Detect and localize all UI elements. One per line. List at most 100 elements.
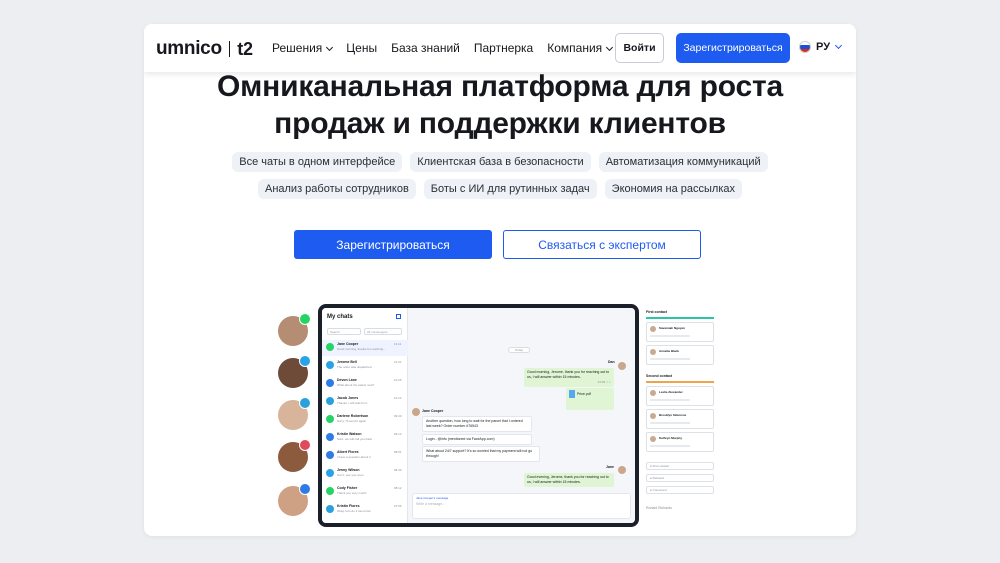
chat-last-message: What about the status now? [337, 383, 375, 387]
menu-item-partners[interactable]: Партнерка [474, 41, 533, 55]
chevron-down-icon [606, 43, 614, 52]
chat-last-message: Good morning, thanks for reaching... [337, 347, 386, 351]
event-label: First contact [652, 464, 669, 468]
message-text: What about 24/7 support? It's so worried… [426, 449, 533, 458]
register-button-header[interactable]: Зарегистрироваться [676, 33, 790, 63]
russia-flag-icon [799, 41, 811, 53]
compose-icon [396, 314, 401, 319]
hero-title-line-1: Омниканальная платформа для роста [217, 70, 783, 103]
contact-name: Kathryn Murphy [659, 436, 683, 440]
chevron-down-icon [835, 41, 843, 49]
stage-progress-bar [646, 381, 714, 383]
logo-separator [228, 41, 231, 57]
channel-icon [326, 469, 334, 477]
page-card: umnico t2 Решения Цены База знаний Партн… [144, 24, 856, 536]
menu-item-prices[interactable]: Цены [346, 41, 377, 55]
contact-card: Kathryn Murphy [646, 432, 714, 452]
placeholder-line [650, 358, 690, 360]
file-attachment-bubble: Price.pdf [566, 388, 614, 410]
chat-list-item[interactable]: Jacob Jones Thanks, I will wait for it 10:… [322, 394, 408, 410]
chat-list-item[interactable]: Jerome Bell The order was dispatched 12:41 [322, 358, 408, 374]
chat-contact-name: Darlene Robertson [337, 414, 369, 418]
contact-card: Brooklyn Simmons [646, 409, 714, 429]
hero-title-line-2: продаж и поддержки клиентов [274, 107, 726, 140]
agent-avatar [618, 466, 626, 474]
feature-tag: Анализ работы сотрудников [257, 179, 416, 199]
channel-icon [326, 505, 334, 513]
main-menu: Решения Цены База знаний Партнерка Компа… [272, 41, 614, 55]
chat-time: 10:12 [394, 396, 402, 400]
chat-last-message: Got it, see you soon [337, 473, 364, 477]
placeholder-line [650, 445, 690, 447]
logo-partner: t2 [237, 38, 253, 59]
chat-contact-name: Albert Flores [337, 450, 359, 454]
chat-list-item[interactable]: Darlene Robertson Sorry, I'll send it aga… [322, 412, 408, 428]
chat-list-item[interactable]: Cody Fisher Thank you very much! 08:12 [322, 484, 408, 500]
chat-list-item[interactable]: Kristin Watson Sure, we will call you bac… [322, 430, 408, 446]
feature-tag: Боты с ИИ для рутинных задач [423, 179, 597, 199]
message-bubble-outgoing: Good evening, Jerome, thank you for reac… [524, 473, 614, 487]
channel-icon [326, 433, 334, 441]
sender-name: Jane Cooper [422, 409, 444, 413]
contact-expert-button[interactable]: Связаться с экспертом [503, 230, 701, 259]
chat-contact-name: Jane Cooper [337, 342, 359, 346]
feature-tag: Автоматизация коммуникаций [598, 152, 768, 172]
chat-list-item[interactable]: Albert Flores I have a question about it 0… [322, 448, 408, 464]
contact-name: Annette Black [659, 349, 680, 353]
channel-icon [326, 379, 334, 387]
chat-search-input: Search [327, 328, 361, 335]
chat-contact-name: Jacob Jones [337, 396, 359, 400]
chat-list-item[interactable]: Kristin Flores Okay, let's do it tomorrow… [322, 502, 408, 518]
contact-card: Savannah Nguyen [646, 322, 714, 342]
telegram-icon [299, 397, 311, 409]
message-input: Write a message... [416, 502, 446, 506]
message-bubble-incoming: What about 24/7 support? It's so worried… [422, 446, 540, 462]
crm-pipeline-preview: First contact Savannah Nguyen Annette Bl… [646, 306, 716, 528]
contact-name: Leslie Alexander [659, 390, 683, 394]
message-text: Good morning, Jerome, thank you for reac… [527, 370, 610, 379]
event-label: Converted [652, 488, 667, 492]
chat-list-item[interactable]: Jane Cooper Good morning, thanks for reac… [322, 340, 408, 356]
chat-time: 12:41 [394, 360, 402, 364]
language-label: РУ [816, 41, 831, 53]
client-avatar [278, 355, 311, 388]
file-icon [569, 390, 575, 398]
sender-name: Dan [608, 360, 615, 364]
client-avatar [278, 397, 311, 430]
channel-icon [326, 343, 334, 351]
day-separator: Today [508, 347, 530, 353]
chat-list-title: My chats [327, 314, 353, 320]
chat-list-item[interactable]: Jenny Wilson Got it, see you soon 08:30 [322, 466, 408, 482]
menu-item-solutions[interactable]: Решения [272, 41, 334, 55]
logo[interactable]: umnico t2 [156, 38, 253, 60]
chat-last-message: Sure, we will call you back [337, 437, 373, 441]
menu-item-company[interactable]: Компания [547, 41, 614, 55]
chat-last-message: Okay, let's do it tomorrow [337, 509, 371, 513]
pipeline-stage-label: Second contact [646, 374, 673, 378]
chat-last-message: Sorry, I'll send it again [337, 419, 367, 423]
chat-contact-name: Jenny Wilson [337, 468, 360, 472]
channel-icon [326, 361, 334, 369]
contact-avatar [650, 326, 656, 332]
chat-time: 08:30 [394, 468, 402, 472]
event-row: ● Refused [646, 474, 714, 482]
language-selector[interactable]: РУ [799, 41, 843, 53]
register-button-hero[interactable]: Зарегистрироваться [294, 230, 492, 259]
contact-name: Savannah Nguyen [659, 326, 686, 330]
login-button[interactable]: Войти [615, 33, 664, 63]
chat-contact-name: Devon Lane [337, 378, 357, 382]
channel-icon [326, 487, 334, 495]
top-navbar: umnico t2 Решения Цены База знаний Партн… [144, 24, 856, 72]
chat-list-panel: My chats Search All messengers Jane Coop… [322, 308, 408, 523]
contact-avatar [650, 436, 656, 442]
message-text: Another question, how long to wait for t… [426, 419, 523, 428]
chat-list-item[interactable]: Devon Lane What about the status now? 10:2… [322, 376, 408, 392]
messenger-filter: All messengers [364, 328, 402, 335]
placeholder-line [650, 399, 690, 401]
menu-label: Решения [272, 41, 323, 55]
client-avatar [278, 439, 311, 472]
pipeline-stage-label: First contact [646, 310, 668, 314]
menu-item-knowledge-base[interactable]: База знаний [391, 41, 460, 55]
contact-avatar [650, 349, 656, 355]
chat-time: 09:12 [394, 432, 402, 436]
